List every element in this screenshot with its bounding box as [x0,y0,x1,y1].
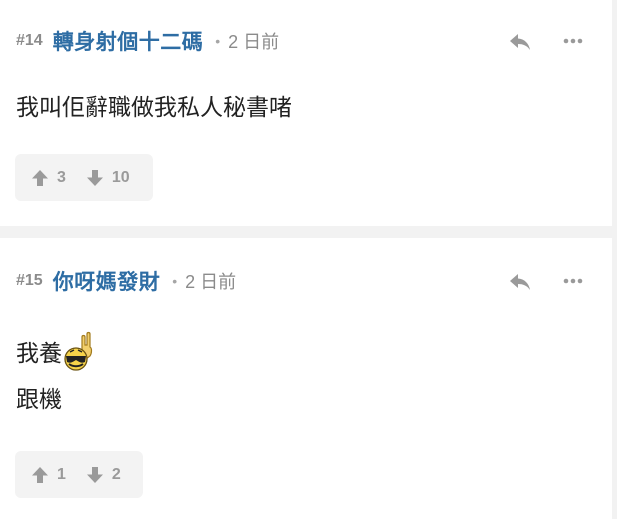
content-line: 我養 [16,330,96,376]
thread-page: #14 轉身射個十二碼 • 2 日前 我叫佢辭職做我私人秘書啫 3 10 #15 [0,0,617,519]
reply-icon[interactable] [508,272,532,292]
post-header: #15 你呀媽發財 • 2 日前 [16,268,236,294]
arrow-down-icon [86,466,103,483]
upvote-button[interactable]: 3 [31,169,66,187]
separator-dot: • [215,33,221,49]
username-link[interactable]: 轉身射個十二碼 [53,26,204,56]
post-content: 我養 跟機 [16,330,96,422]
more-icon[interactable] [562,277,584,285]
post-header: #14 轉身射個十二碼 • 2 日前 [16,28,279,54]
username-link[interactable]: 你呀媽發財 [53,266,161,296]
reply-icon[interactable] [508,32,532,52]
arrow-up-icon [32,466,48,483]
vote-bar: 1 2 [15,451,143,498]
floor-number: #15 [16,272,43,289]
vote-bar: 3 10 [15,154,153,201]
downvote-count: 10 [111,168,130,186]
sticker-emoji-icon [64,331,93,371]
content-text: 我養 [16,340,62,366]
downvote-button[interactable]: 10 [86,169,130,187]
post-time: 2 日前 [228,32,280,52]
arrow-up-icon [32,169,48,186]
downvote-button[interactable]: 2 [86,466,121,484]
post-content: 我叫佢辭職做我私人秘書啫 [16,84,292,130]
separator-dot: • [172,273,178,289]
more-icon[interactable] [562,37,584,45]
upvote-count: 3 [57,168,66,186]
content-line: 我叫佢辭職做我私人秘書啫 [16,94,292,120]
content-line: 跟機 [16,386,62,412]
arrow-down-icon [86,169,103,186]
upvote-count: 1 [57,465,66,483]
downvote-count: 2 [111,465,121,483]
floor-number: #14 [16,32,43,49]
upvote-button[interactable]: 1 [31,466,66,484]
post-time: 2 日前 [185,272,237,292]
